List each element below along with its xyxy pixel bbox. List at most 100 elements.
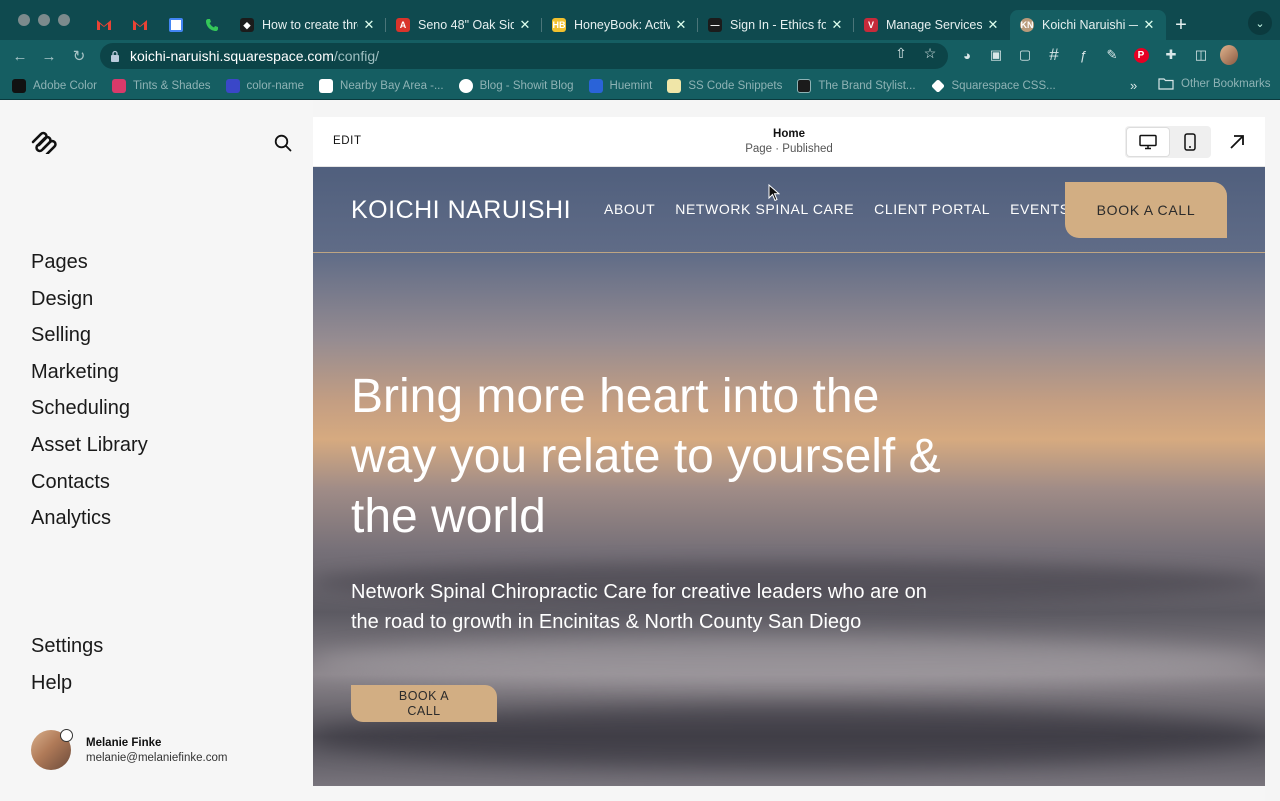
menu-item-pages[interactable]: Pages <box>31 247 148 284</box>
tab-title: Seno 48" Oak Side <box>418 18 514 32</box>
close-tab-icon[interactable]: ✕ <box>362 17 376 33</box>
main-menu: Pages Design Selling Marketing Schedulin… <box>31 247 148 540</box>
bookmark-label: Nearby Bay Area -... <box>340 79 444 92</box>
site-logo[interactable]: KOICHI NARUISHI <box>351 196 571 225</box>
phone-icon <box>206 19 218 31</box>
bookmark-favicon-icon <box>225 78 240 93</box>
lock-icon <box>111 50 119 62</box>
squarespace-logo-icon[interactable] <box>30 130 58 154</box>
secondary-menu: Settings Help <box>31 631 103 704</box>
bookmark-0[interactable]: Adobe Color <box>12 78 97 93</box>
menu-item-contacts[interactable]: Contacts <box>31 467 148 504</box>
bookmark-label: Huemint <box>609 79 653 92</box>
bookmark-6[interactable]: SS Code Snippets <box>667 78 783 93</box>
nav-link-network-spinal-care[interactable]: NETWORK SPINAL CARE <box>675 201 854 217</box>
menu-item-scheduling[interactable]: Scheduling <box>31 393 148 430</box>
bookmark-label: Adobe Color <box>33 79 97 92</box>
bookmark-label: color-name <box>246 79 305 92</box>
tab-1[interactable]: A Seno 48" Oak Side ✕ <box>386 10 542 40</box>
search-icon[interactable] <box>274 134 292 152</box>
site-navigation: ABOUT NETWORK SPINAL CARE CLIENT PORTAL … <box>604 201 1090 217</box>
tab-3[interactable]: — Sign In - Ethics for ✕ <box>698 10 854 40</box>
close-tab-icon[interactable]: ✕ <box>518 17 532 33</box>
puzzle-icon[interactable]: ✚ <box>1162 46 1180 64</box>
open-external-arrow-icon[interactable] <box>1227 132 1247 152</box>
book-a-call-hero-button[interactable]: BOOK A CALL <box>351 685 497 722</box>
bookmark-2[interactable]: color-name <box>225 78 305 93</box>
menu-item-settings[interactable]: Settings <box>31 631 103 668</box>
tab-0[interactable]: ◆ How to create thre ✕ <box>230 10 386 40</box>
camera-icon[interactable]: ▣ <box>987 46 1005 64</box>
address-bar[interactable]: koichi-naruishi.squarespace.com/config/ <box>100 43 948 69</box>
close-tab-icon[interactable]: ✕ <box>986 17 1000 33</box>
bookmark-1[interactable]: Tints & Shades <box>111 78 211 93</box>
close-tab-icon[interactable]: ✕ <box>1142 17 1156 33</box>
extension-icon[interactable]: ◕ <box>958 46 976 64</box>
menu-item-analytics[interactable]: Analytics <box>31 503 148 540</box>
menu-item-help[interactable]: Help <box>31 668 103 705</box>
desktop-view-button[interactable] <box>1127 128 1169 156</box>
pinned-tab-gmail-1[interactable] <box>86 10 122 40</box>
tab-2[interactable]: HB HoneyBook: Activi ✕ <box>542 10 698 40</box>
tab-5-active[interactable]: KN Koichi Naruishi — I ✕ <box>1010 10 1166 40</box>
pinned-tab-phone[interactable] <box>194 10 230 40</box>
user-email: melanie@melaniefinke.com <box>86 751 228 764</box>
reload-icon[interactable]: ↻ <box>69 46 89 66</box>
close-tab-icon[interactable]: ✕ <box>674 17 688 33</box>
pen-icon[interactable]: ✎ <box>1103 46 1121 64</box>
pinned-tab-calendar[interactable] <box>158 10 194 40</box>
pinned-tab-gmail-2[interactable] <box>122 10 158 40</box>
bookmark-8[interactable]: Squarespace CSS... <box>930 78 1056 93</box>
tab-search-chevron-icon[interactable]: ⌄ <box>1248 11 1272 35</box>
mobile-view-button[interactable] <box>1169 128 1211 156</box>
menu-item-design[interactable]: Design <box>31 284 148 321</box>
page-status: Page · Published <box>745 143 833 155</box>
site-header: KOICHI NARUISHI ABOUT NETWORK SPINAL CAR… <box>313 167 1265 253</box>
new-tab-button[interactable]: + <box>1166 10 1196 40</box>
profile-avatar[interactable] <box>1220 45 1238 65</box>
bookmark-label: The Brand Stylist... <box>818 79 916 92</box>
frame-icon[interactable]: ▢ <box>1016 46 1034 64</box>
bookmark-5[interactable]: Huemint <box>588 78 653 93</box>
device-view-toggle <box>1125 126 1211 158</box>
side-panel-icon[interactable]: ◫ <box>1192 46 1210 64</box>
avatar-badge-icon <box>60 729 73 742</box>
bookmark-favicon-icon <box>930 78 945 93</box>
bookmark-7[interactable]: The Brand Stylist... <box>797 78 916 93</box>
function-icon[interactable]: ƒ <box>1074 46 1092 64</box>
share-icon[interactable]: ⇧ <box>892 44 910 62</box>
menu-item-asset-library[interactable]: Asset Library <box>31 430 148 467</box>
tab-favicon: — <box>708 18 722 32</box>
user-name: Melanie Finke <box>86 736 162 749</box>
close-tab-icon[interactable]: ✕ <box>830 17 844 33</box>
nav-link-client-portal[interactable]: CLIENT PORTAL <box>874 201 990 217</box>
squarespace-sidebar: Pages Design Selling Marketing Schedulin… <box>0 100 313 801</box>
forward-arrow-icon[interactable]: → <box>39 46 59 66</box>
tab-favicon: V <box>864 18 878 32</box>
more-bookmarks-chevron-icon[interactable]: » <box>1130 78 1137 93</box>
close-window-button[interactable] <box>18 14 30 26</box>
tab-strip: ◆ How to create thre ✕ A Seno 48" Oak Si… <box>86 6 1196 40</box>
bookmark-3[interactable]: Nearby Bay Area -... <box>319 78 444 93</box>
menu-item-marketing[interactable]: Marketing <box>31 357 148 394</box>
other-bookmarks[interactable]: Other Bookmarks <box>1158 78 1270 90</box>
desktop-icon <box>1139 134 1157 150</box>
nav-link-about[interactable]: ABOUT <box>604 201 655 217</box>
tab-title: Sign In - Ethics for <box>730 18 826 32</box>
menu-item-selling[interactable]: Selling <box>31 320 148 357</box>
book-a-call-header-button[interactable]: BOOK A CALL <box>1065 182 1227 238</box>
nav-link-events[interactable]: EVENTS <box>1010 201 1070 217</box>
bookmark-star-icon[interactable]: ☆ <box>921 44 939 62</box>
zoom-window-button[interactable] <box>58 14 70 26</box>
back-arrow-icon[interactable]: ← <box>10 46 30 66</box>
hashtag-icon[interactable]: # <box>1045 45 1063 64</box>
account-panel[interactable]: Melanie Finke melanie@melaniefinke.com <box>31 729 228 770</box>
site-preview[interactable]: KOICHI NARUISHI ABOUT NETWORK SPINAL CAR… <box>313 167 1265 786</box>
pinterest-icon[interactable]: P <box>1132 46 1150 64</box>
tab-4[interactable]: V Manage Services ✕ <box>854 10 1010 40</box>
tab-favicon: ◆ <box>240 18 254 32</box>
bookmark-4[interactable]: Blog - Showit Blog <box>458 78 574 93</box>
bookmark-label: SS Code Snippets <box>688 79 783 92</box>
tab-title: HoneyBook: Activi <box>574 18 670 32</box>
minimize-window-button[interactable] <box>38 14 50 26</box>
